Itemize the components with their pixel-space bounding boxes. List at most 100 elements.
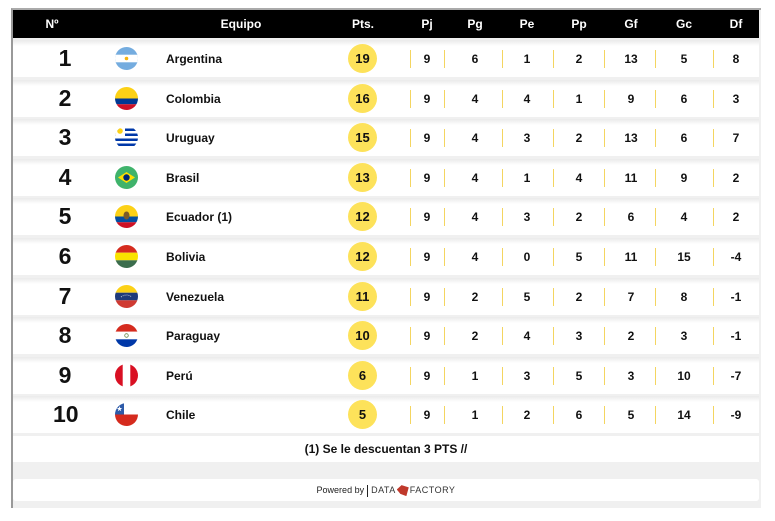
column-separator	[444, 89, 445, 108]
column-separator	[502, 129, 503, 148]
stat-gf: 2	[627, 329, 635, 344]
column-separator	[553, 168, 554, 187]
team-name[interactable]: Chile	[166, 408, 195, 422]
stat-pp: 2	[575, 210, 583, 225]
stat-gf: 9	[627, 91, 635, 106]
stat-pj: 9	[423, 210, 431, 225]
stat-pp: 5	[575, 368, 583, 383]
stat-pe: 3	[523, 210, 531, 225]
stat-pg: 6	[471, 52, 479, 66]
table-row[interactable]: 1 Argentina 19 9 6 1 2 13 5 8	[13, 40, 759, 77]
table-row[interactable]: 2 Colombia 16 9 4 4 1 9 6 3	[13, 79, 759, 117]
stat-pj: 9	[423, 131, 431, 146]
team-name[interactable]: Argentina	[166, 52, 222, 66]
column-separator	[502, 327, 503, 346]
column-separator	[444, 208, 445, 227]
stat-pp: 5	[575, 250, 583, 264]
column-separator	[553, 287, 554, 306]
column-separator	[713, 89, 714, 108]
table-row[interactable]: 7 Venezuela 11 9 2 5 2 7 8 -1	[13, 277, 759, 315]
datafactory-logo-icon	[396, 485, 409, 497]
stat-gf: 13	[624, 131, 638, 146]
column-separator	[604, 366, 605, 385]
points-badge: 16	[348, 83, 377, 113]
table-row[interactable]: 10 Chile 5 9 1 2 6 5 14 -9	[13, 396, 759, 434]
header-pg: Pg	[467, 17, 483, 31]
stat-pg: 4	[471, 170, 479, 185]
column-separator	[604, 406, 605, 425]
stat-gf: 11	[624, 250, 638, 264]
column-separator	[410, 248, 411, 266]
points-badge: 19	[348, 44, 377, 73]
stat-df: -1	[730, 289, 742, 304]
stat-pe: 5	[523, 289, 531, 304]
column-separator	[553, 129, 554, 148]
team-name[interactable]: Ecuador (1)	[166, 210, 232, 224]
stat-pj: 9	[423, 91, 431, 106]
stat-pe: 3	[523, 368, 531, 383]
column-separator	[502, 248, 503, 266]
column-separator	[553, 327, 554, 346]
powered-by-footer[interactable]: Powered by DATA FACTORY	[13, 479, 759, 501]
bolivia-flag-icon	[115, 245, 138, 268]
column-separator	[655, 168, 656, 187]
team-name[interactable]: Brasil	[166, 171, 199, 185]
column-separator	[713, 327, 714, 346]
column-separator	[655, 89, 656, 108]
table-header: Nº Equipo Pts. Pj Pg Pe Pp Gf Gc Df	[13, 10, 759, 38]
team-name[interactable]: Paraguay	[166, 329, 220, 343]
team-name[interactable]: Uruguay	[166, 131, 215, 145]
header-df: Df	[729, 17, 743, 31]
column-separator	[713, 366, 714, 385]
column-separator	[444, 50, 445, 68]
column-separator	[655, 287, 656, 306]
column-separator	[655, 406, 656, 425]
column-separator	[553, 208, 554, 227]
position: 10	[53, 401, 79, 428]
stat-df: -4	[730, 250, 742, 264]
table-row[interactable]: 9 Perú 6 9 1 3 5 3 10 -7	[13, 356, 759, 394]
team-name[interactable]: Venezuela	[166, 290, 224, 304]
team-name[interactable]: Perú	[166, 369, 193, 383]
points-badge: 11	[348, 281, 377, 311]
column-separator	[604, 208, 605, 227]
stat-df: 2	[732, 210, 740, 225]
column-separator	[655, 366, 656, 385]
chile-flag-icon	[115, 403, 138, 427]
stat-gc: 4	[680, 210, 688, 225]
column-separator	[655, 327, 656, 346]
header-team: Equipo	[220, 17, 262, 31]
column-separator	[553, 366, 554, 385]
position: 6	[58, 243, 72, 269]
table-row[interactable]: 5 Ecuador (1) 12 9 4 3 2 6 4 2	[13, 198, 759, 236]
stat-pj: 9	[423, 368, 431, 383]
stat-pp: 6	[575, 408, 583, 423]
team-name[interactable]: Bolivia	[166, 250, 205, 264]
footnote: (1) Se le descuentan 3 PTS //	[13, 436, 759, 462]
brand-right: FACTORY	[409, 485, 456, 495]
table-row[interactable]: 3 Uruguay 15 9 4 3 2 13 6 7	[13, 119, 759, 157]
points-badge: 12	[348, 242, 377, 271]
header-gc: Gc	[675, 17, 693, 31]
column-separator	[604, 89, 605, 108]
stat-pp: 4	[575, 170, 583, 185]
column-separator	[713, 129, 714, 148]
column-separator	[444, 168, 445, 187]
table-row[interactable]: 4 Brasil 13 9 4 1 4 11 9 2	[13, 158, 759, 196]
table-row[interactable]: 6 Bolivia 12 9 4 0 5 11 15 -4	[13, 238, 759, 275]
column-separator	[502, 50, 503, 68]
stat-pg: 1	[471, 408, 479, 423]
stat-pe: 0	[523, 250, 531, 264]
stat-pe: 1	[523, 170, 531, 185]
stat-pp: 3	[575, 329, 583, 344]
team-name[interactable]: Colombia	[166, 92, 221, 106]
column-separator	[410, 406, 411, 425]
stat-pj: 9	[423, 52, 431, 66]
column-separator	[713, 406, 714, 425]
table-row[interactable]: 8 Paraguay 10 9 2 4 3 2 3 -1	[13, 317, 759, 355]
divider	[367, 484, 369, 497]
stat-gf: 5	[627, 408, 635, 423]
points-badge: 6	[348, 360, 377, 390]
column-separator	[553, 248, 554, 266]
column-separator	[502, 287, 503, 306]
